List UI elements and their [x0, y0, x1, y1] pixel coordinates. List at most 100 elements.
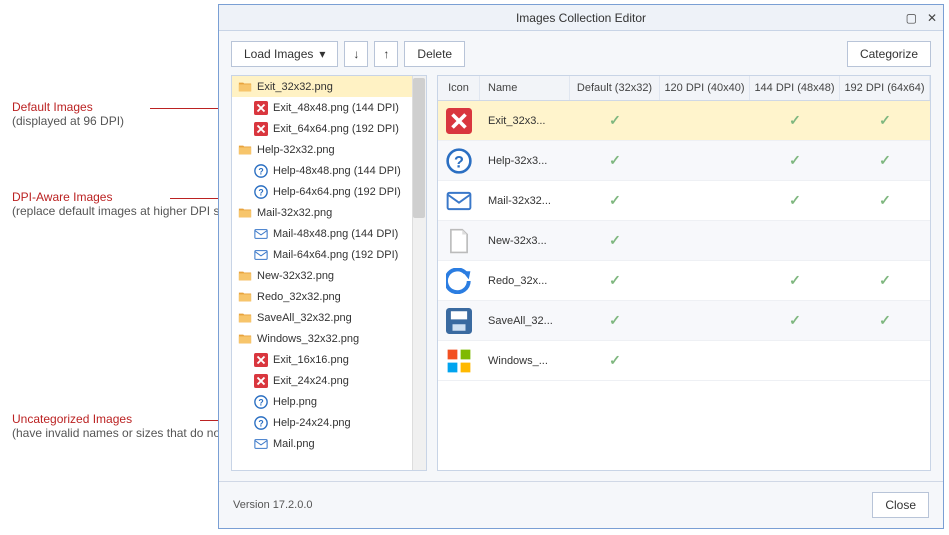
- tree-item[interactable]: Mail.png: [232, 433, 426, 454]
- check-icon: ✓: [609, 352, 621, 368]
- tree-item-label: New-32x32.png: [257, 270, 334, 282]
- check-icon: ✓: [789, 192, 801, 208]
- tree-item-label: Mail-32x32.png: [257, 207, 332, 219]
- tree-item-label: Help-48x48.png (144 DPI): [273, 165, 401, 177]
- mail-icon: [254, 437, 268, 451]
- help-icon: ?: [254, 164, 268, 178]
- tree-item[interactable]: Mail-48x48.png (144 DPI): [232, 223, 426, 244]
- check-icon: ✓: [609, 232, 621, 248]
- table-row[interactable]: Windows_... ✓: [438, 341, 930, 381]
- help-icon: ?: [254, 416, 268, 430]
- col-header-name[interactable]: Name: [480, 76, 570, 100]
- col-header-icon[interactable]: Icon: [438, 76, 480, 100]
- help-icon: ?: [254, 395, 268, 409]
- folder-icon: [238, 206, 252, 220]
- redo-icon: [446, 268, 472, 294]
- check-cell: ✓: [570, 352, 660, 369]
- tree-item-label: Mail.png: [273, 438, 315, 450]
- tree-item[interactable]: Redo_32x32.png: [232, 286, 426, 307]
- check-cell: ✓: [750, 272, 840, 289]
- table-row[interactable]: Mail-32x32...✓✓✓: [438, 181, 930, 221]
- tree-item[interactable]: Exit_32x32.png: [232, 76, 426, 97]
- check-cell: ✓: [840, 312, 930, 329]
- tree-item[interactable]: ? Help-48x48.png (144 DPI): [232, 160, 426, 181]
- tree-item[interactable]: Help-32x32.png: [232, 139, 426, 160]
- delete-button[interactable]: Delete: [404, 41, 465, 67]
- tree-item-label: Windows_32x32.png: [257, 333, 359, 345]
- folder-icon: [238, 332, 252, 346]
- check-icon: ✓: [609, 272, 621, 288]
- table-row[interactable]: SaveAll_32...✓✓✓: [438, 301, 930, 341]
- tree-item[interactable]: ?Help-64x64.png (192 DPI): [232, 181, 426, 202]
- close-button[interactable]: Close: [872, 492, 929, 518]
- check-icon: ✓: [879, 312, 891, 328]
- check-icon: ✓: [879, 192, 891, 208]
- col-header-192dpi[interactable]: 192 DPI (64x64): [840, 76, 930, 100]
- table-row[interactable]: Exit_32x3...✓✓✓: [438, 101, 930, 141]
- version-label: Version 17.2.0.0: [233, 499, 313, 511]
- row-name: New-32x3...: [480, 235, 570, 247]
- mail-icon: [254, 227, 268, 241]
- win-icon: [446, 348, 472, 374]
- maximize-icon[interactable]: ▢: [906, 11, 917, 25]
- load-images-button[interactable]: Load Images ▾: [231, 41, 338, 67]
- mail-icon: [254, 248, 268, 262]
- categorize-button[interactable]: Categorize: [847, 41, 931, 67]
- tree-item[interactable]: Windows_32x32.png: [232, 328, 426, 349]
- check-cell: ✓: [840, 152, 930, 169]
- chevron-down-icon: ▾: [319, 47, 325, 61]
- col-header-default[interactable]: Default (32x32): [570, 76, 660, 100]
- footer: Version 17.2.0.0 Close: [219, 481, 943, 528]
- check-cell: ✓: [750, 192, 840, 209]
- tree-item-label: Help.png: [273, 396, 317, 408]
- check-icon: ✓: [609, 312, 621, 328]
- tree-item-label: Exit_32x32.png: [257, 81, 333, 93]
- check-cell: ✓: [570, 312, 660, 329]
- annotation-default-images: Default Images (displayed at 96 DPI): [12, 100, 124, 128]
- tree-item-label: Exit_48x48.png (144 DPI): [273, 102, 399, 114]
- move-up-button[interactable]: ↑: [374, 41, 398, 67]
- tree-scrollbar[interactable]: [412, 76, 426, 470]
- help-icon: ?: [446, 148, 472, 174]
- table-row[interactable]: ?Help-32x3...✓✓✓: [438, 141, 930, 181]
- tree-item-label: Mail-48x48.png (144 DPI): [273, 228, 398, 240]
- folder-icon: [238, 80, 252, 94]
- load-images-label: Load Images: [244, 47, 313, 61]
- tree-item[interactable]: Exit_16x16.png: [232, 349, 426, 370]
- svg-text:?: ?: [258, 187, 263, 197]
- tree-item[interactable]: New-32x32.png: [232, 265, 426, 286]
- check-cell: ✓: [750, 312, 840, 329]
- tree-item[interactable]: Exit_48x48.png (144 DPI): [232, 97, 426, 118]
- table-row[interactable]: Redo_32x...✓✓✓: [438, 261, 930, 301]
- grid-panel: Icon Name Default (32x32) 120 DPI (40x40…: [437, 75, 931, 471]
- table-row[interactable]: New-32x3... ✓: [438, 221, 930, 261]
- tree-item-label: Help-32x32.png: [257, 144, 335, 156]
- x-icon: [254, 122, 268, 136]
- tree-panel: Exit_32x32.png Exit_48x48.png (144 DPI) Ex…: [231, 75, 427, 471]
- close-icon[interactable]: ✕: [927, 11, 937, 25]
- tree-item[interactable]: Exit_24x24.png: [232, 370, 426, 391]
- tree-item[interactable]: Mail-32x32.png: [232, 202, 426, 223]
- check-icon: ✓: [879, 112, 891, 128]
- tree-item[interactable]: ?Help-24x24.png: [232, 412, 426, 433]
- tree-item[interactable]: ? Help.png: [232, 391, 426, 412]
- tree-item-label: SaveAll_32x32.png: [257, 312, 352, 324]
- mail-icon: [446, 188, 472, 214]
- col-header-144dpi[interactable]: 144 DPI (48x48): [750, 76, 840, 100]
- tree-item[interactable]: SaveAll_32x32.png: [232, 307, 426, 328]
- help-icon: ?: [254, 185, 268, 199]
- col-header-120dpi[interactable]: 120 DPI (40x40): [660, 76, 750, 100]
- row-name: Redo_32x...: [480, 275, 570, 287]
- tree-item[interactable]: Mail-64x64.png (192 DPI): [232, 244, 426, 265]
- check-icon: ✓: [789, 312, 801, 328]
- check-cell: ✓: [570, 192, 660, 209]
- move-down-button[interactable]: ↓: [344, 41, 368, 67]
- row-name: Windows_...: [480, 355, 570, 367]
- svg-text:?: ?: [258, 418, 263, 428]
- check-cell: ✓: [750, 152, 840, 169]
- check-cell: ✓: [750, 112, 840, 129]
- x-icon: [254, 353, 268, 367]
- tree-scroll-thumb[interactable]: [413, 78, 425, 218]
- tree-item[interactable]: Exit_64x64.png (192 DPI): [232, 118, 426, 139]
- svg-text:?: ?: [454, 153, 464, 171]
